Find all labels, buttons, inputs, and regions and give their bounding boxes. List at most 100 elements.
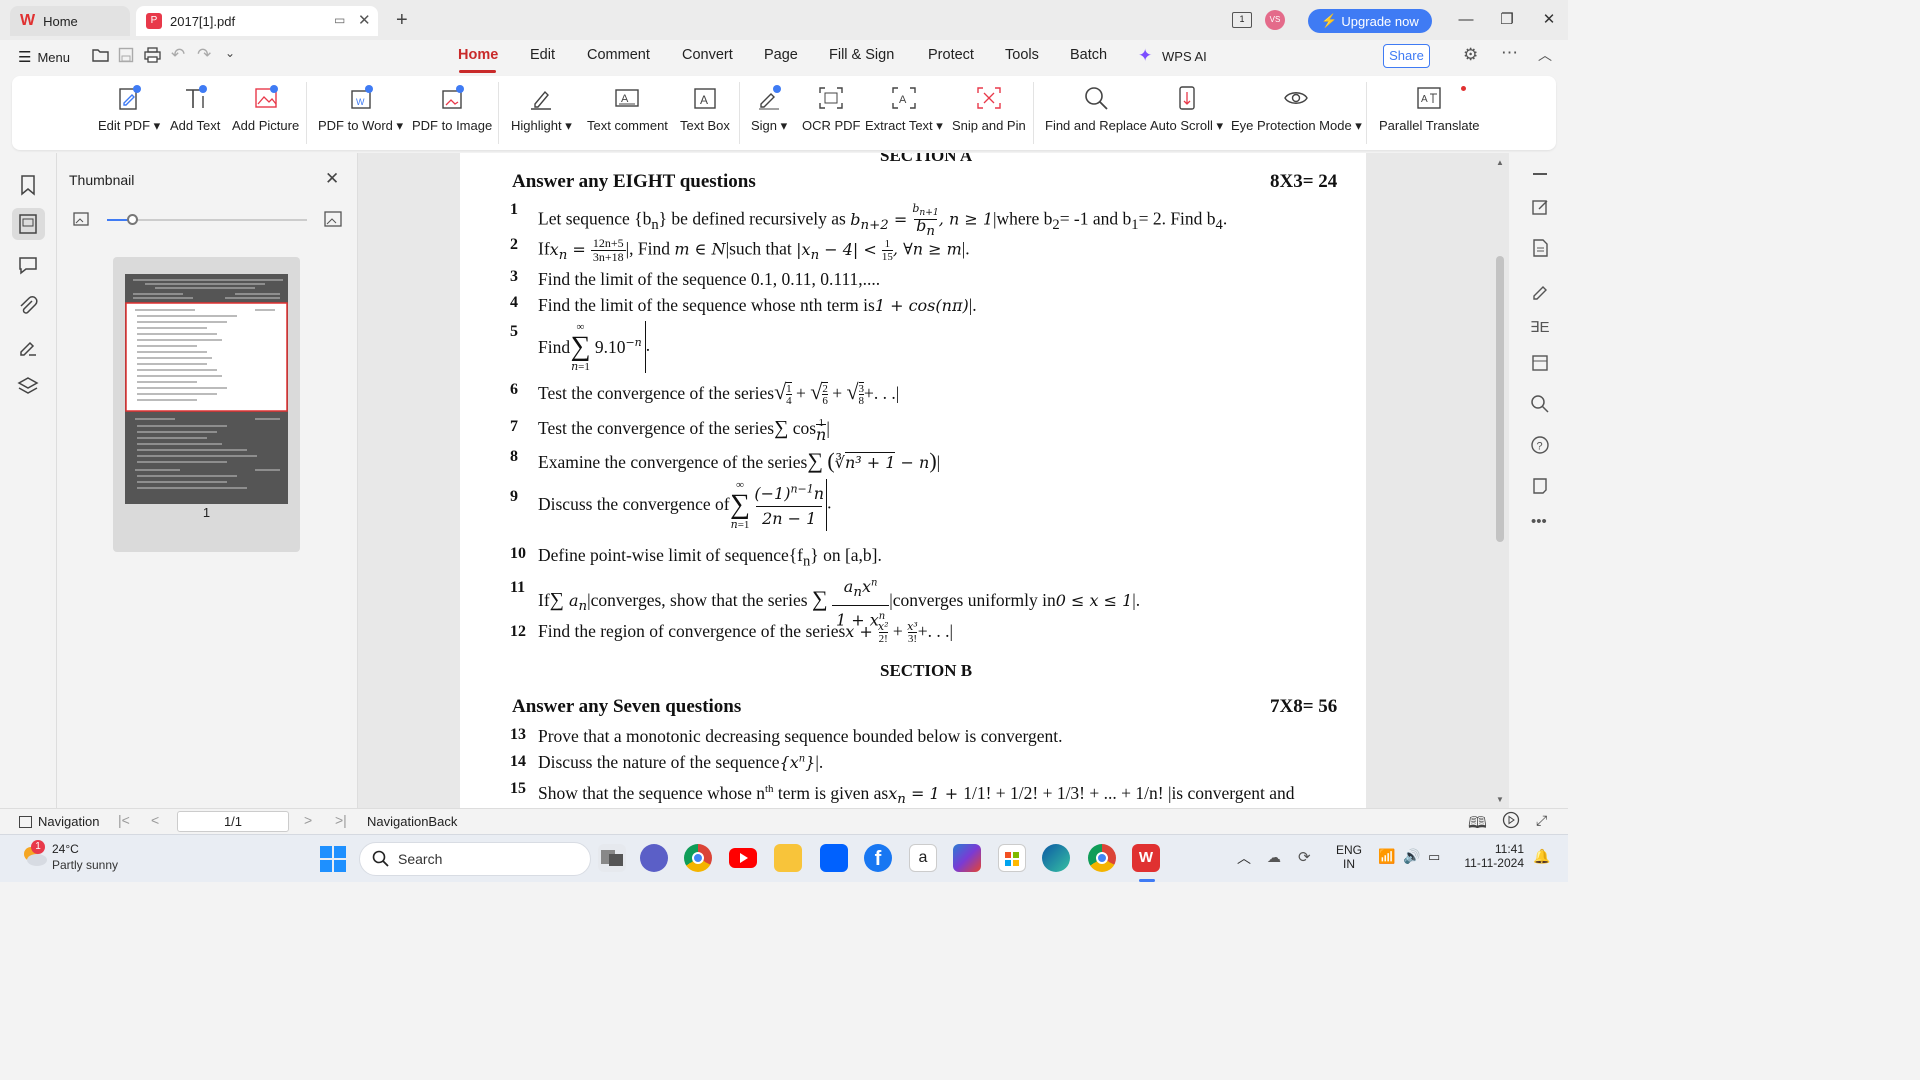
previous-page-icon[interactable]: < <box>151 812 159 828</box>
edge-icon[interactable] <box>1042 844 1070 872</box>
fullscreen-icon[interactable]: ⤢ <box>1536 812 1547 829</box>
minimize-icon[interactable]: — <box>1454 9 1478 31</box>
windows-start-icon[interactable] <box>320 846 346 872</box>
tab-home[interactable]: W Home <box>10 6 130 36</box>
thumbnail-card[interactable]: 1 <box>113 257 300 552</box>
settings-gear-icon[interactable]: ⚙ <box>1463 45 1478 65</box>
more-options-icon[interactable]: ⋯ <box>1501 43 1518 63</box>
bookmark-icon[interactable] <box>16 173 40 197</box>
share-button[interactable]: Share <box>1383 44 1430 68</box>
close-tab-icon[interactable]: ✕ <box>358 11 371 29</box>
first-page-icon[interactable]: |< <box>118 812 130 828</box>
tab-fill-sign[interactable]: Fill & Sign <box>829 47 894 63</box>
upgrade-now-button[interactable]: ⚡ Upgrade now <box>1308 9 1432 33</box>
play-icon[interactable] <box>1502 811 1520 829</box>
tab-tools[interactable]: Tools <box>1005 47 1039 63</box>
feedback-icon[interactable] <box>1530 476 1550 496</box>
avatar[interactable]: VS <box>1265 10 1285 30</box>
compare-icon[interactable] <box>1530 353 1550 373</box>
onedrive-icon[interactable]: ☁ <box>1267 849 1281 866</box>
navigation-toggle[interactable]: Navigation <box>19 814 99 829</box>
scroll-up-arrow[interactable]: ▲ <box>1496 158 1504 167</box>
navigation-back-label[interactable]: NavigationBack <box>367 814 457 829</box>
search-icon[interactable] <box>1530 394 1550 414</box>
add-picture-button[interactable]: Add Picture <box>232 84 299 142</box>
close-window-icon[interactable]: ✕ <box>1537 9 1561 31</box>
sign-button[interactable]: Sign ▾ <box>751 84 787 142</box>
pdf-to-word-button[interactable]: W PDF to Word ▾ <box>318 84 403 142</box>
amazon-icon[interactable]: a <box>909 844 937 872</box>
tab-wps-ai[interactable]: WPS AI <box>1162 49 1207 64</box>
menu-button[interactable]: ☰ Menu <box>18 48 70 66</box>
chrome-icon[interactable] <box>684 844 712 872</box>
clock[interactable]: 11:41 11-11-2024 <box>1458 842 1524 870</box>
attachment-icon[interactable] <box>16 294 40 318</box>
redo-icon[interactable]: ↷ <box>197 45 211 65</box>
add-text-button[interactable]: Add Text <box>170 84 220 142</box>
new-tab-icon[interactable]: + <box>396 9 408 32</box>
tab-page[interactable]: Page <box>764 47 798 63</box>
tab-convert[interactable]: Convert <box>682 47 733 63</box>
snip-and-pin-button[interactable]: Snip and Pin <box>952 84 1026 142</box>
more-tools-icon[interactable]: ••• <box>1531 513 1547 530</box>
next-page-icon[interactable]: > <box>304 812 312 828</box>
facebook-icon[interactable]: f <box>864 844 892 872</box>
save-icon[interactable] <box>118 47 134 63</box>
monitor-icon[interactable]: ▭ <box>334 13 345 27</box>
format-icon[interactable]: ∃E <box>1530 318 1549 336</box>
chevron-down-icon[interactable]: ⌄ <box>225 46 235 60</box>
show-hidden-icons-chevron[interactable]: ︿ <box>1237 848 1251 868</box>
task-view-icon[interactable] <box>598 844 626 872</box>
language-indicator[interactable]: ENG IN <box>1336 843 1362 871</box>
youtube-icon[interactable] <box>729 848 757 868</box>
ocr-pdf-button[interactable]: OCR PDF <box>802 84 861 142</box>
highlight-button[interactable]: Highlight ▾ <box>511 84 572 142</box>
vertical-scrollbar-thumb[interactable] <box>1496 256 1504 542</box>
edit-pdf-button[interactable]: Edit PDF ▾ <box>98 84 160 142</box>
close-panel-icon[interactable]: ✕ <box>325 169 339 189</box>
last-page-icon[interactable]: >| <box>335 812 347 828</box>
sync-icon[interactable]: ⟳ <box>1298 848 1311 866</box>
undo-icon[interactable]: ↶ <box>171 45 185 65</box>
comment-icon[interactable] <box>16 253 40 277</box>
page-number-input[interactable]: 1/1 <box>177 811 289 832</box>
file-explorer-icon[interactable] <box>774 844 802 872</box>
collapse-ribbon-icon[interactable]: ︿ <box>1538 45 1552 65</box>
tab-home-menu[interactable]: Home <box>458 47 498 63</box>
eye-protection-button[interactable]: Eye Protection Mode ▾ <box>1231 84 1362 142</box>
thumbnail-icon[interactable] <box>16 212 40 236</box>
volume-icon[interactable]: 🔊 <box>1403 848 1420 865</box>
copilot-icon[interactable] <box>953 844 981 872</box>
zoom-out-thumbnail-icon[interactable] <box>73 212 89 226</box>
parallel-translate-button[interactable]: A Parallel Translate <box>1379 84 1479 142</box>
thumbnail-zoom-slider-handle[interactable] <box>127 214 138 225</box>
wps-office-icon[interactable]: W <box>1132 844 1160 872</box>
layers-icon[interactable] <box>16 375 40 399</box>
scroll-down-arrow[interactable]: ▼ <box>1496 795 1504 804</box>
tab-comment[interactable]: Comment <box>587 47 650 63</box>
teams-icon[interactable] <box>640 844 668 872</box>
tab-batch[interactable]: Batch <box>1070 47 1107 63</box>
chrome-profile-icon[interactable] <box>1088 844 1116 872</box>
notification-bell-icon[interactable]: 🔔 <box>1533 848 1550 865</box>
pen-tool-icon[interactable] <box>1530 280 1550 300</box>
auto-scroll-button[interactable]: Auto Scroll ▾ <box>1150 84 1223 142</box>
dropbox-icon[interactable] <box>820 844 848 872</box>
weather-icon[interactable]: 1 <box>20 840 48 869</box>
microsoft-store-icon[interactable] <box>998 844 1026 872</box>
tab-edit[interactable]: Edit <box>530 47 555 63</box>
find-and-replace-button[interactable]: Find and Replace <box>1045 84 1147 142</box>
tab-protect[interactable]: Protect <box>928 47 974 63</box>
print-icon[interactable] <box>144 47 161 63</box>
document-properties-icon[interactable] <box>1530 238 1550 258</box>
text-box-button[interactable]: A Text Box <box>680 84 730 142</box>
document-viewport[interactable]: SECTION A Answer any EIGHT questions 8X3… <box>358 153 1509 808</box>
open-folder-icon[interactable] <box>92 47 109 63</box>
page-badge-icon[interactable]: 1 <box>1232 12 1252 28</box>
extract-text-button[interactable]: A Extract Text ▾ <box>865 84 943 142</box>
edit-tool-icon[interactable] <box>1530 197 1550 217</box>
restore-icon[interactable]: ❐ <box>1495 9 1519 31</box>
taskbar-search-box[interactable]: Search <box>359 842 591 876</box>
signature-icon[interactable] <box>16 335 40 359</box>
wifi-icon[interactable]: 📶 <box>1378 848 1395 865</box>
